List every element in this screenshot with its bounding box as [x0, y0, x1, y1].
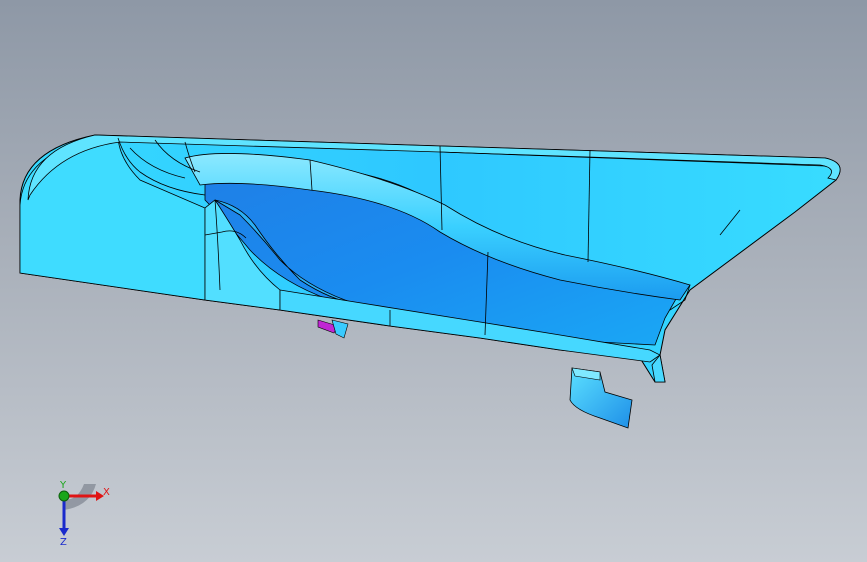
part-model[interactable] — [0, 0, 867, 562]
z-axis-arrow-icon — [59, 528, 69, 536]
z-axis-label: Z — [60, 537, 67, 546]
y-axis-dot-icon — [58, 490, 70, 502]
coordinate-triad: X Y Z — [58, 480, 110, 546]
y-axis-label: Y — [59, 480, 67, 491]
3d-viewport[interactable]: X Y Z — [0, 0, 867, 562]
clip-bracket — [331, 319, 349, 339]
x-axis-label: X — [103, 487, 110, 498]
lower-tab — [569, 367, 633, 429]
